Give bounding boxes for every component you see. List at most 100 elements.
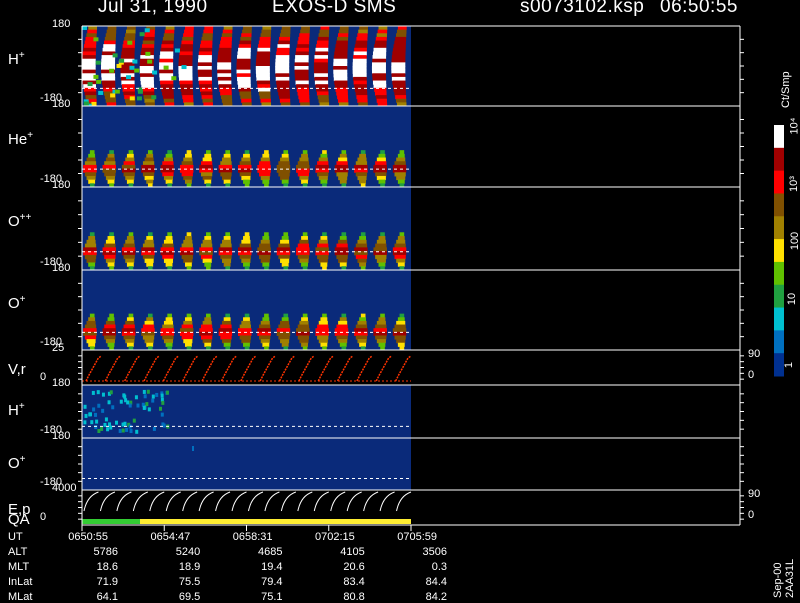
spec-cell <box>101 392 105 397</box>
spec-cell <box>118 428 122 433</box>
spec-cell <box>146 317 154 322</box>
footer-cell-0-1: 0654:47 <box>150 531 191 543</box>
spec-cell <box>165 179 173 184</box>
spec-cell <box>397 236 405 241</box>
spec-cell <box>376 33 387 38</box>
panel-label-0: H+ <box>8 50 25 68</box>
spec-cell <box>359 179 367 184</box>
spec-cell <box>86 157 96 162</box>
spec-cell <box>393 44 406 49</box>
spec-cell <box>297 335 310 340</box>
spec-cell <box>359 236 367 241</box>
spec-cell <box>129 429 133 434</box>
spec-cell <box>297 161 310 166</box>
spec-cell <box>380 313 385 318</box>
spec-cell <box>160 84 174 89</box>
spec-cell <box>397 262 405 267</box>
spec-cell <box>236 62 251 67</box>
colorbar-tick-4: 1 <box>783 361 796 369</box>
spec-cell <box>82 26 87 30</box>
spec-cell <box>299 239 309 245</box>
spec-cell <box>320 236 328 241</box>
spec-cell <box>295 76 309 82</box>
spec-cell <box>186 232 192 237</box>
spec-cell <box>237 51 251 56</box>
vr-trace <box>298 355 315 382</box>
spec-cell <box>225 150 231 155</box>
spec-cell <box>297 243 310 248</box>
spec-cell <box>333 76 348 82</box>
spec-cell <box>186 313 192 318</box>
spec-cell <box>239 172 251 177</box>
spec-cell <box>373 247 387 252</box>
spec-cell <box>115 420 119 425</box>
spec-cell <box>142 324 155 329</box>
spec-cell <box>222 339 232 344</box>
spec-cell <box>84 324 97 329</box>
spec-cell <box>279 98 291 103</box>
spec-cell <box>178 73 193 78</box>
spec-cell <box>121 168 136 173</box>
spec-cell <box>241 339 251 344</box>
spec-cell <box>276 164 291 170</box>
spec-cell <box>123 335 135 340</box>
spec-cell <box>147 59 153 64</box>
spec-cell <box>220 254 232 260</box>
spec-cell <box>218 51 232 56</box>
spec-cell <box>217 69 232 74</box>
spec-cell <box>357 239 367 245</box>
header-file: s0073102.ksp <box>520 0 645 17</box>
ep-curve <box>231 491 247 512</box>
spec-cell <box>322 232 327 237</box>
spec-cell <box>242 29 252 34</box>
spec-cell <box>165 342 173 347</box>
spec-cell <box>360 313 366 318</box>
spec-cell <box>375 95 387 100</box>
spec-cell <box>356 36 368 42</box>
spec-cell <box>241 98 252 103</box>
spec-cell <box>243 342 250 347</box>
spec-cell <box>357 175 367 181</box>
spec-cell <box>87 29 97 34</box>
spec-cell <box>141 44 155 49</box>
spec-cell <box>334 80 348 85</box>
ytick-top-4: 25 <box>52 342 65 354</box>
spec-cell <box>121 331 136 336</box>
spec-cell <box>392 247 407 252</box>
spec-cell <box>109 390 113 395</box>
spec-cell <box>317 172 329 177</box>
footer-cell-3-1: 75.5 <box>178 576 201 588</box>
spec-cell <box>223 262 231 267</box>
spec-cell <box>396 258 406 263</box>
spec-cell <box>107 400 111 405</box>
spec-cell <box>391 73 406 78</box>
spec-cell <box>395 36 407 42</box>
spec-cell <box>183 258 193 263</box>
spec-cell <box>125 427 129 432</box>
spec-cell <box>147 313 153 318</box>
spec-cell <box>181 65 187 70</box>
spec-cell <box>86 339 96 344</box>
spec-cell <box>262 342 270 347</box>
spec-cell <box>372 51 387 56</box>
spec-cell <box>119 399 123 404</box>
spec-cell <box>162 423 166 428</box>
spec-cell <box>299 339 309 344</box>
vr-trace <box>85 355 102 382</box>
spec-cell <box>204 317 212 322</box>
spec-cell <box>337 95 349 100</box>
spec-cell <box>128 232 134 237</box>
spec-cell <box>373 164 387 170</box>
spec-cell <box>336 243 348 248</box>
spec-cell <box>355 91 368 96</box>
spec-cell <box>162 161 174 166</box>
spec-cell <box>159 69 174 74</box>
spec-cell <box>275 69 290 74</box>
spec-cell <box>107 179 115 184</box>
spec-cell <box>123 243 135 248</box>
spec-cell <box>95 419 99 424</box>
spec-cell <box>142 389 146 394</box>
spec-cell <box>184 236 192 241</box>
spec-cell <box>97 403 101 408</box>
spec-cell <box>341 150 347 155</box>
